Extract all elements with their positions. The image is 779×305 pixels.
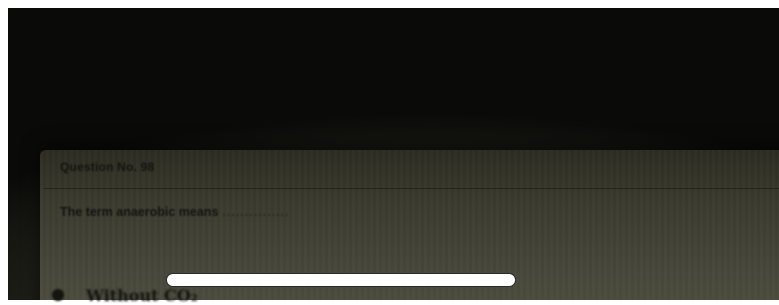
divider	[44, 188, 779, 189]
radio-button-icon[interactable]	[52, 289, 64, 301]
question-number: Question No. 98	[60, 160, 155, 174]
home-indicator[interactable]	[166, 273, 516, 287]
photo-frame	[8, 8, 779, 300]
question-prompt: The term anaerobic means	[60, 205, 219, 219]
answer-blank: ...............	[222, 205, 290, 219]
question-text: The term anaerobic means...............	[60, 205, 290, 219]
option-row[interactable]: Without CO₂	[52, 285, 198, 305]
option-label: Without CO₂	[86, 285, 198, 305]
